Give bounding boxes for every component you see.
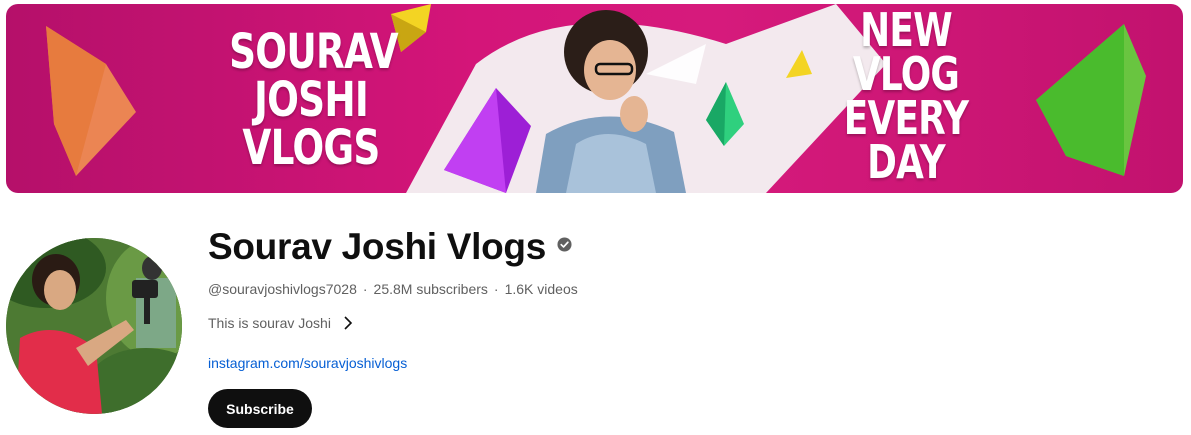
banner-tagline-line: DAY — [867, 135, 946, 189]
channel-meta: @souravjoshivlogs7028 · 25.8M subscribers ·… — [208, 279, 578, 299]
channel-description[interactable]: This is sourav Joshi — [208, 313, 353, 333]
chevron-right-icon — [344, 316, 353, 330]
channel-handle: @souravjoshivlogs7028 — [208, 281, 357, 297]
avatar-photo — [6, 238, 182, 414]
meta-separator: · — [362, 281, 368, 297]
meta-separator: · — [493, 281, 499, 297]
banner-title-line: JOSHI — [253, 72, 369, 128]
subscriber-count: 25.8M subscribers — [373, 281, 488, 297]
banner-title-line: VLOGS — [242, 120, 380, 176]
channel-banner: SOURAV JOSHI VLOGS NEW VLOG EVERY DAY — [6, 4, 1183, 193]
instagram-link[interactable]: instagram.com/souravjoshivlogs — [208, 353, 407, 373]
description-text: This is sourav Joshi — [208, 315, 331, 331]
banner-tagline-line: EVERY — [843, 91, 969, 145]
banner-tagline-line: NEW — [860, 4, 953, 57]
channel-avatar[interactable] — [6, 238, 182, 414]
subscribe-button[interactable]: Subscribe — [208, 389, 312, 428]
video-count: 1.6K videos — [504, 281, 578, 297]
verified-check-icon — [557, 237, 572, 252]
banner-title-line: SOURAV — [229, 24, 399, 80]
banner-title: SOURAV JOSHI VLOGS — [229, 24, 399, 176]
banner-tagline-line: VLOG — [852, 47, 960, 101]
channel-name: Sourav Joshi Vlogs — [208, 226, 546, 267]
banner-tagline: NEW VLOG EVERY DAY — [828, 4, 984, 189]
banner-artwork — [46, 4, 1146, 193]
